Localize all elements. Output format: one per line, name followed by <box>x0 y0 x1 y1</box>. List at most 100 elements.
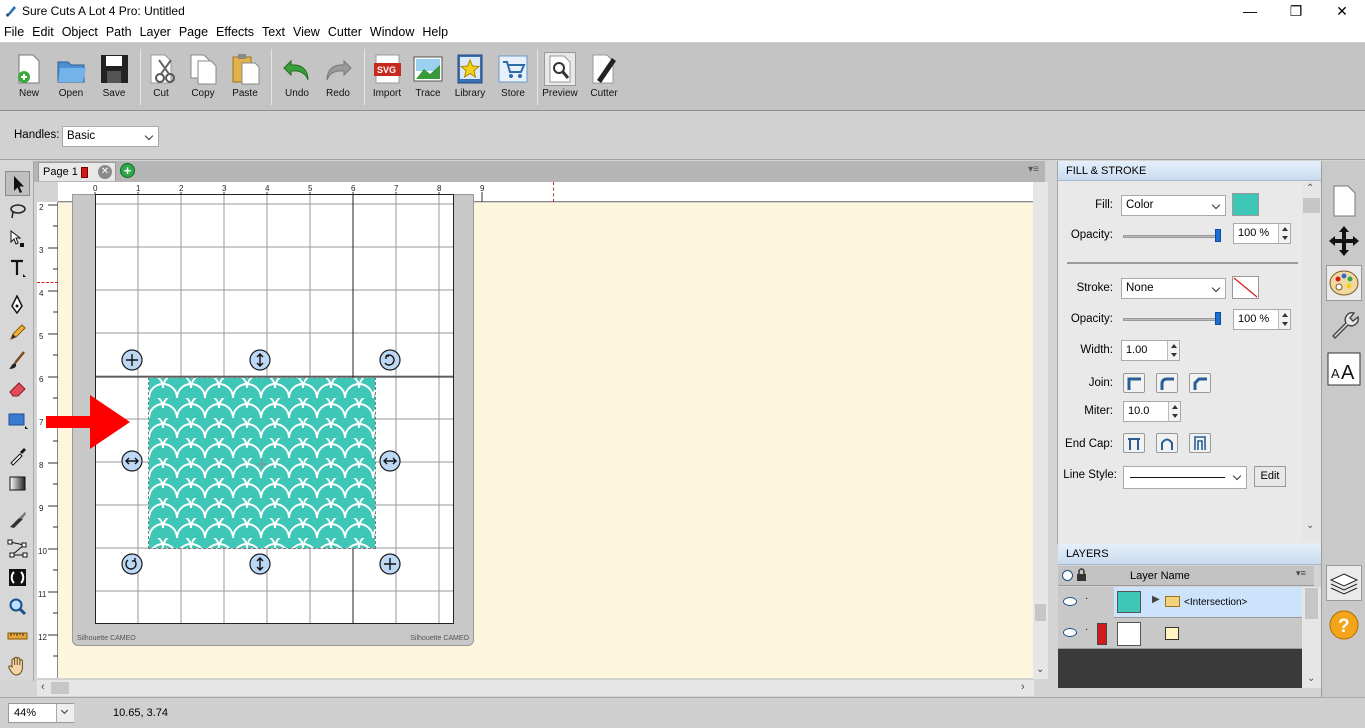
maximize-button[interactable]: ❐ <box>1273 0 1319 23</box>
knife-tool[interactable] <box>5 507 30 532</box>
cut-button[interactable]: Cut <box>141 48 181 99</box>
layers-scrollbar[interactable]: ⌄ <box>1302 587 1321 688</box>
add-page-icon[interactable]: + <box>120 163 135 178</box>
fill-type-select[interactable]: Color <box>1121 195 1226 216</box>
node-select-tool[interactable] <box>5 227 30 252</box>
gradient-tool[interactable] <box>5 471 30 496</box>
new-button[interactable]: New <box>9 48 49 99</box>
menu-window[interactable]: Window <box>366 23 418 39</box>
rotate-handle[interactable] <box>121 553 143 575</box>
import-button[interactable]: SVG Import <box>367 48 407 99</box>
menu-page[interactable]: Page <box>175 23 212 39</box>
hand-tool[interactable] <box>5 653 30 678</box>
menu-layer[interactable]: Layer <box>136 23 175 39</box>
menu-help[interactable]: Help <box>418 23 452 39</box>
document-tab[interactable] <box>1326 183 1362 219</box>
vertical-scrollbar[interactable]: ⌄ <box>1033 182 1048 679</box>
eraser-tool[interactable] <box>5 376 30 401</box>
node-edit-tool[interactable] <box>5 536 30 561</box>
scroll-right-icon[interactable]: › <box>1021 681 1025 693</box>
paste-button[interactable]: Paste <box>225 48 265 99</box>
close-page-icon[interactable]: ✕ <box>98 165 112 179</box>
menu-path[interactable]: Path <box>102 23 136 39</box>
minimize-button[interactable]: — <box>1227 0 1273 23</box>
menu-text[interactable]: Text <box>258 23 289 39</box>
undo-button[interactable]: Undo <box>277 48 317 99</box>
stroke-opacity-thumb[interactable] <box>1215 312 1221 325</box>
zoom-dropdown-button[interactable] <box>56 704 74 722</box>
fill-opacity-slider[interactable] <box>1123 235 1221 238</box>
menu-cutter[interactable]: Cutter <box>324 23 366 39</box>
stroke-opacity-field[interactable]: 100 % <box>1233 309 1291 330</box>
brush-tool[interactable] <box>5 348 30 373</box>
join-bevel-button[interactable] <box>1189 373 1211 393</box>
layers-menu-icon[interactable]: ▾≡ <box>1296 568 1306 579</box>
scroll-down-icon[interactable]: ⌄ <box>1036 664 1044 675</box>
join-round-button[interactable] <box>1156 373 1178 393</box>
zoom-tool[interactable] <box>5 594 30 619</box>
cutter-button[interactable]: Cutter <box>584 48 624 99</box>
panel-scrollbar[interactable]: ⌃ ⌄ <box>1302 182 1321 542</box>
scroll-up-icon[interactable]: ⌃ <box>1306 183 1314 194</box>
stroke-opacity-slider[interactable] <box>1123 318 1221 321</box>
text-tab[interactable]: AA <box>1326 351 1362 387</box>
stroke-color-swatch[interactable] <box>1232 276 1259 299</box>
layers-tab[interactable] <box>1326 565 1362 601</box>
cap-butt-button[interactable] <box>1123 433 1145 453</box>
lock-toggle[interactable]: · <box>1085 624 1088 635</box>
line-style-edit-button[interactable]: Edit <box>1254 466 1286 487</box>
scroll-down-icon[interactable]: ⌄ <box>1306 520 1314 531</box>
scroll-left-icon[interactable]: ‹ <box>41 681 45 693</box>
visibility-eye-icon[interactable] <box>1062 570 1073 581</box>
text-tool[interactable] <box>5 256 30 281</box>
settings-tab[interactable] <box>1326 307 1362 343</box>
pen-tool[interactable] <box>5 292 30 317</box>
select-tool[interactable] <box>5 171 30 196</box>
menu-view[interactable]: View <box>289 23 324 39</box>
cap-square-button[interactable] <box>1189 433 1211 453</box>
redo-button[interactable]: Redo <box>318 48 358 99</box>
preview-button[interactable]: Preview <box>540 48 580 99</box>
layer-row[interactable]: · ▶ <Intersection> <box>1058 587 1302 618</box>
lasso-tool[interactable] <box>5 199 30 224</box>
lock-toggle[interactable]: · <box>1085 593 1088 604</box>
pencil-tool[interactable] <box>5 320 30 345</box>
tab-menu-icon[interactable]: ▾≡ <box>1028 164 1039 175</box>
tab-page-1[interactable]: Page 1 ✕ <box>38 162 116 181</box>
fill-stroke-tab[interactable] <box>1326 265 1362 301</box>
close-button[interactable]: ✕ <box>1319 0 1365 23</box>
visibility-eye-icon[interactable] <box>1063 597 1077 606</box>
menu-file[interactable]: File <box>0 23 28 39</box>
fill-color-swatch[interactable] <box>1232 193 1259 216</box>
miter-field[interactable]: 10.0 <box>1123 401 1181 422</box>
help-tab[interactable]: ? <box>1326 607 1362 643</box>
measure-tool[interactable] <box>5 623 30 648</box>
library-button[interactable]: Library <box>450 48 490 99</box>
rotate-handle[interactable] <box>379 349 401 371</box>
join-miter-button[interactable] <box>1123 373 1145 393</box>
shadow-tool[interactable] <box>5 565 30 590</box>
horizontal-scrollbar[interactable]: ‹ › <box>37 679 1034 696</box>
expand-arrow-icon[interactable]: ▶ <box>1152 594 1160 605</box>
open-button[interactable]: Open <box>51 48 91 99</box>
eyedropper-tool[interactable] <box>5 443 30 468</box>
scroll-down-icon[interactable]: ⌄ <box>1307 673 1315 684</box>
line-style-select[interactable] <box>1123 466 1247 489</box>
scroll-thumb[interactable] <box>1305 588 1318 619</box>
scroll-thumb[interactable] <box>1303 198 1320 213</box>
visibility-eye-icon[interactable] <box>1063 628 1077 637</box>
scroll-thumb[interactable] <box>51 682 69 694</box>
shape-tool[interactable] <box>5 407 30 432</box>
transform-tab[interactable] <box>1326 223 1362 259</box>
menu-effects[interactable]: Effects <box>212 23 258 39</box>
copy-button[interactable]: Copy <box>183 48 223 99</box>
fill-opacity-field[interactable]: 100 % <box>1233 223 1291 244</box>
lock-icon[interactable] <box>1076 568 1087 581</box>
scroll-thumb[interactable] <box>1035 604 1046 621</box>
layer-row[interactable]: · <box>1058 618 1302 649</box>
cap-round-button[interactable] <box>1156 433 1178 453</box>
zoom-combo[interactable]: 44% <box>8 703 74 723</box>
menu-edit[interactable]: Edit <box>28 23 58 39</box>
trace-button[interactable]: Trace <box>408 48 448 99</box>
fill-opacity-thumb[interactable] <box>1215 229 1221 242</box>
